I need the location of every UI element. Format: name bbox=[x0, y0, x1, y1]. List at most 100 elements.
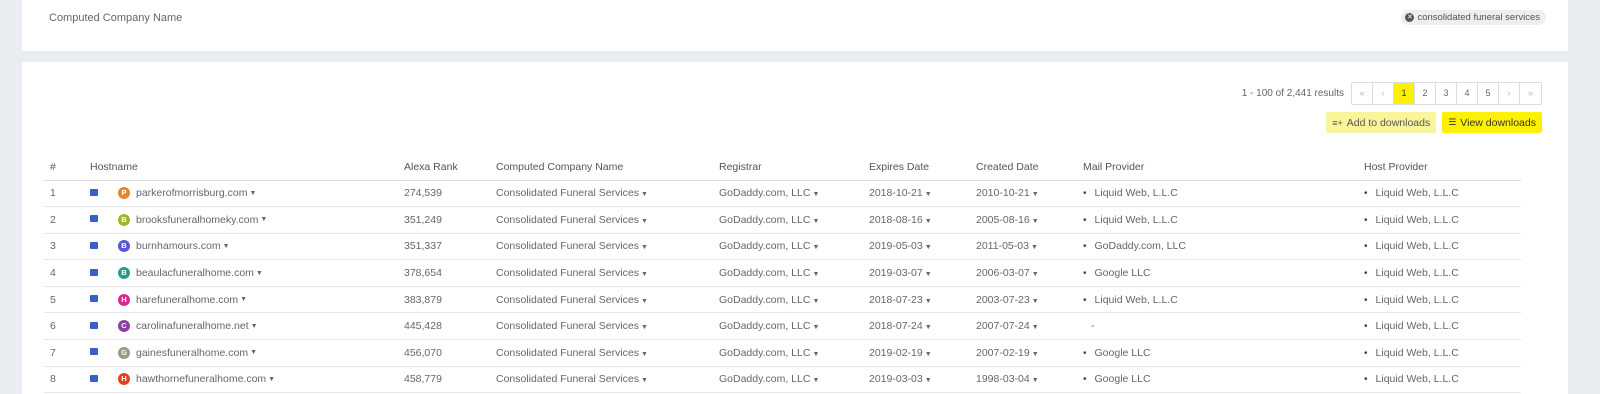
created-date[interactable]: 2003-07-23 bbox=[976, 294, 1030, 306]
caret-down-icon[interactable]: ▼ bbox=[641, 218, 648, 225]
expires-date[interactable]: 2018-07-23 bbox=[869, 294, 923, 306]
stats-icon[interactable] bbox=[90, 348, 98, 356]
expires-date[interactable]: 2018-08-16 bbox=[869, 214, 923, 226]
caret-down-icon[interactable]: ▼ bbox=[641, 298, 648, 305]
hostname-link[interactable]: burnhamours.com bbox=[136, 240, 221, 252]
caret-down-icon[interactable]: ▼ bbox=[250, 349, 257, 356]
created-date[interactable]: 2010-10-21 bbox=[976, 187, 1030, 199]
hostname-link[interactable]: hawthornefuneralhome.com bbox=[136, 373, 266, 385]
stats-icon[interactable] bbox=[90, 321, 98, 329]
caret-down-icon[interactable]: ▼ bbox=[641, 377, 648, 384]
created-date[interactable]: 2007-02-19 bbox=[976, 347, 1030, 359]
registrar-link[interactable]: GoDaddy.com, LLC bbox=[719, 373, 810, 385]
caret-down-icon[interactable]: ▼ bbox=[925, 377, 932, 384]
caret-down-icon[interactable]: ▼ bbox=[812, 218, 819, 225]
column-header[interactable]: Hostname bbox=[84, 154, 398, 181]
page-button[interactable]: « bbox=[1352, 83, 1373, 104]
table-row[interactable]: 1 P parkerofmorrisburg.com ▼ 274,539 Con… bbox=[44, 180, 1521, 208]
registrar-link[interactable]: GoDaddy.com, LLC bbox=[719, 347, 810, 359]
caret-down-icon[interactable]: ▼ bbox=[240, 296, 247, 303]
hostname-link[interactable]: gainesfuneralhome.com bbox=[136, 347, 248, 359]
hostname-link[interactable]: parkerofmorrisburg.com bbox=[136, 187, 247, 199]
caret-down-icon[interactable]: ▼ bbox=[812, 298, 819, 305]
column-header[interactable]: Computed Company Name bbox=[490, 154, 713, 181]
company-link[interactable]: Consolidated Funeral Services bbox=[496, 347, 639, 359]
stats-icon[interactable] bbox=[90, 295, 98, 303]
page-button[interactable]: ‹ bbox=[1373, 83, 1394, 104]
table-row[interactable]: 2 B brooksfuneralhomeky.com ▼ 351,249 Co… bbox=[44, 206, 1521, 234]
company-link[interactable]: Consolidated Funeral Services bbox=[496, 294, 639, 306]
hostname-link[interactable]: carolinafuneralhome.net bbox=[136, 320, 249, 332]
table-row[interactable]: 8 H hawthornefuneralhome.com ▼ 458,779 C… bbox=[44, 366, 1521, 394]
caret-down-icon[interactable]: ▼ bbox=[268, 376, 275, 383]
company-link[interactable]: Consolidated Funeral Services bbox=[496, 373, 639, 385]
add-to-downloads-button[interactable]: ≡+ Add to downloads bbox=[1326, 112, 1437, 133]
caret-down-icon[interactable]: ▼ bbox=[251, 323, 258, 330]
caret-down-icon[interactable]: ▼ bbox=[641, 324, 648, 331]
expires-date[interactable]: 2018-07-24 bbox=[869, 320, 923, 332]
caret-down-icon[interactable]: ▼ bbox=[925, 298, 932, 305]
table-row[interactable]: 4 B beaulacfuneralhome.com ▼ 378,654 Con… bbox=[44, 259, 1521, 287]
hostname-link[interactable]: brooksfuneralhomeky.com bbox=[136, 214, 258, 226]
table-row[interactable]: 5 H harefuneralhome.com ▼ 383,879 Consol… bbox=[44, 286, 1521, 314]
view-downloads-button[interactable]: ☰ View downloads bbox=[1442, 112, 1542, 133]
caret-down-icon[interactable]: ▼ bbox=[249, 190, 256, 197]
caret-down-icon[interactable]: ▼ bbox=[812, 351, 819, 358]
table-row[interactable]: 6 C carolinafuneralhome.net ▼ 445,428 Co… bbox=[44, 312, 1521, 341]
registrar-link[interactable]: GoDaddy.com, LLC bbox=[719, 214, 810, 226]
stats-icon[interactable] bbox=[90, 268, 98, 276]
remove-filter-icon[interactable]: ✕ bbox=[1405, 13, 1415, 22]
caret-down-icon[interactable]: ▼ bbox=[812, 377, 819, 384]
company-link[interactable]: Consolidated Funeral Services bbox=[496, 267, 639, 279]
page-button[interactable]: 3 bbox=[1436, 83, 1457, 104]
caret-down-icon[interactable]: ▼ bbox=[256, 270, 263, 277]
page-button[interactable]: 5 bbox=[1478, 83, 1499, 104]
column-header[interactable]: Expires Date bbox=[863, 154, 970, 181]
table-row[interactable]: 7 G gainesfuneralhome.com ▼ 456,070 Cons… bbox=[44, 339, 1521, 367]
page-button[interactable]: 4 bbox=[1457, 83, 1478, 104]
caret-down-icon[interactable]: ▼ bbox=[641, 244, 648, 251]
caret-down-icon[interactable]: ▼ bbox=[925, 244, 932, 251]
hostname-link[interactable]: harefuneralhome.com bbox=[136, 294, 238, 306]
caret-down-icon[interactable]: ▼ bbox=[925, 271, 932, 278]
expires-date[interactable]: 2019-05-03 bbox=[869, 240, 923, 252]
column-header[interactable]: Host Provider bbox=[1358, 154, 1521, 181]
caret-down-icon[interactable]: ▼ bbox=[1032, 271, 1039, 278]
registrar-link[interactable]: GoDaddy.com, LLC bbox=[719, 267, 810, 279]
caret-down-icon[interactable]: ▼ bbox=[812, 244, 819, 251]
caret-down-icon[interactable]: ▼ bbox=[1032, 351, 1039, 358]
caret-down-icon[interactable]: ▼ bbox=[1032, 377, 1039, 384]
expires-date[interactable]: 2019-02-19 bbox=[869, 347, 923, 359]
page-button[interactable]: 2 bbox=[1415, 83, 1436, 104]
column-header[interactable]: Created Date bbox=[970, 154, 1077, 181]
caret-down-icon[interactable]: ▼ bbox=[925, 191, 932, 198]
stats-icon[interactable] bbox=[90, 188, 98, 196]
created-date[interactable]: 2005-08-16 bbox=[976, 214, 1030, 226]
filter-chip[interactable]: ✕ consolidated funeral services bbox=[1401, 10, 1546, 25]
caret-down-icon[interactable]: ▼ bbox=[1032, 191, 1039, 198]
registrar-link[interactable]: GoDaddy.com, LLC bbox=[719, 240, 810, 252]
column-header[interactable]: Registrar bbox=[713, 154, 863, 181]
caret-down-icon[interactable]: ▼ bbox=[260, 216, 267, 223]
caret-down-icon[interactable]: ▼ bbox=[812, 191, 819, 198]
caret-down-icon[interactable]: ▼ bbox=[925, 351, 932, 358]
caret-down-icon[interactable]: ▼ bbox=[925, 218, 932, 225]
stats-icon[interactable] bbox=[90, 241, 98, 249]
expires-date[interactable]: 2018-10-21 bbox=[869, 187, 923, 199]
stats-icon[interactable] bbox=[90, 374, 98, 382]
registrar-link[interactable]: GoDaddy.com, LLC bbox=[719, 294, 810, 306]
table-row[interactable]: 3 B burnhamours.com ▼ 351,337 Consolidat… bbox=[44, 233, 1521, 261]
caret-down-icon[interactable]: ▼ bbox=[1031, 244, 1038, 251]
hostname-link[interactable]: beaulacfuneralhome.com bbox=[136, 267, 254, 279]
page-button[interactable]: 1 bbox=[1394, 83, 1415, 104]
registrar-link[interactable]: GoDaddy.com, LLC bbox=[719, 320, 810, 332]
expires-date[interactable]: 2019-03-03 bbox=[869, 373, 923, 385]
company-link[interactable]: Consolidated Funeral Services bbox=[496, 187, 639, 199]
column-header[interactable]: Mail Provider bbox=[1077, 154, 1358, 181]
page-button[interactable]: » bbox=[1520, 83, 1541, 104]
caret-down-icon[interactable]: ▼ bbox=[925, 324, 932, 331]
column-header[interactable]: Alexa Rank bbox=[398, 154, 490, 181]
caret-down-icon[interactable]: ▼ bbox=[812, 324, 819, 331]
caret-down-icon[interactable]: ▼ bbox=[641, 351, 648, 358]
stats-icon[interactable] bbox=[90, 215, 98, 223]
